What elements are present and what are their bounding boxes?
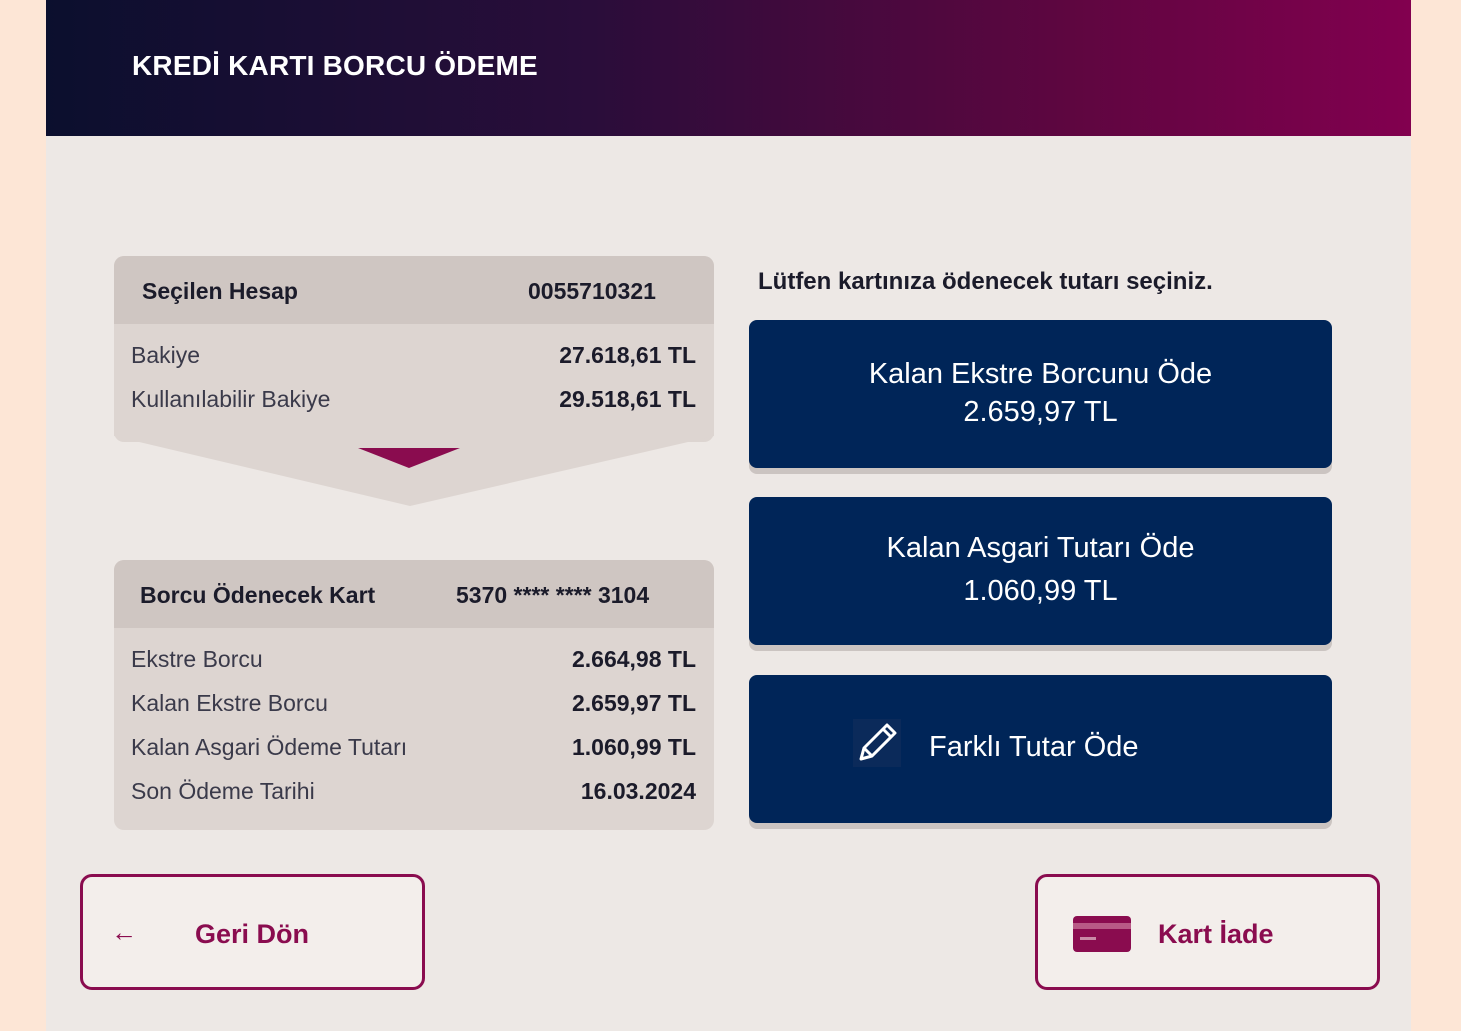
return-card-button[interactable]: Kart İade (1035, 874, 1380, 990)
pay-different-amount-button[interactable]: Farklı Tutar Öde (749, 675, 1332, 823)
account-number: 0055710321 (528, 278, 656, 304)
return-card-label: Kart İade (1158, 919, 1274, 949)
pay-statement-debt-label: Kalan Ekstre Borcunu Öde (868, 358, 1213, 390)
debt-card-panel: Borcu Ödenecek Kart 5370 **** **** 3104 … (114, 560, 714, 830)
page-title: KREDİ KARTI BORCU ÖDEME (132, 50, 538, 81)
back-label: Geri Dön (195, 919, 310, 949)
remaining-minimum-value: 1.060,99 TL (571, 734, 696, 760)
remaining-statement-debt-value: 2.659,97 TL (571, 690, 696, 716)
remaining-statement-debt-label: Kalan Ekstre Borcu (131, 690, 328, 716)
available-balance-value: 29.518,61 TL (559, 386, 696, 412)
pay-different-amount-label: Farklı Tutar Öde (929, 731, 1139, 763)
statement-debt-value: 2.664,98 TL (571, 646, 696, 672)
selected-account-panel: Seçilen Hesap 0055710321 Bakiye 27.618,6… (114, 256, 714, 442)
flow-arrow-icon (114, 430, 714, 506)
due-date-value: 16.03.2024 (580, 778, 696, 804)
arrow-left-icon: ← (111, 917, 137, 947)
selected-account-title: Seçilen Hesap (142, 278, 298, 304)
pay-minimum-amount: 1.060,99 TL (963, 575, 1118, 607)
credit-card-icon (1073, 916, 1131, 952)
debt-card-title: Borcu Ödenecek Kart (140, 582, 376, 608)
debt-card-header: Borcu Ödenecek Kart 5370 **** **** 3104 (114, 560, 714, 628)
back-button[interactable]: ← Geri Dön (80, 874, 425, 990)
available-balance-label: Kullanılabilir Bakiye (131, 386, 331, 412)
pay-statement-debt-button[interactable]: Kalan Ekstre Borcunu Öde 2.659,97 TL (749, 320, 1332, 468)
instruction-text: Lütfen kartınıza ödenecek tutarı seçiniz… (758, 268, 1213, 295)
pencil-icon (853, 719, 901, 767)
pay-minimum-button[interactable]: Kalan Asgari Tutarı Öde 1.060,99 TL (749, 497, 1332, 645)
card-number: 5370 **** **** 3104 (456, 582, 650, 608)
remaining-minimum-label: Kalan Asgari Ödeme Tutarı (131, 734, 408, 760)
balance-value: 27.618,61 TL (559, 342, 696, 368)
pay-minimum-label: Kalan Asgari Tutarı Öde (886, 532, 1195, 564)
selected-account-header: Seçilen Hesap 0055710321 (114, 256, 714, 324)
pay-statement-debt-amount: 2.659,97 TL (963, 396, 1118, 428)
statement-debt-label: Ekstre Borcu (131, 646, 263, 672)
atm-screen: KREDİ KARTI BORCU ÖDEME Seçilen Hesap 00… (46, 0, 1411, 1031)
balance-label: Bakiye (131, 342, 201, 368)
header-bar: KREDİ KARTI BORCU ÖDEME (46, 0, 1411, 136)
due-date-label: Son Ödeme Tarihi (131, 778, 315, 804)
